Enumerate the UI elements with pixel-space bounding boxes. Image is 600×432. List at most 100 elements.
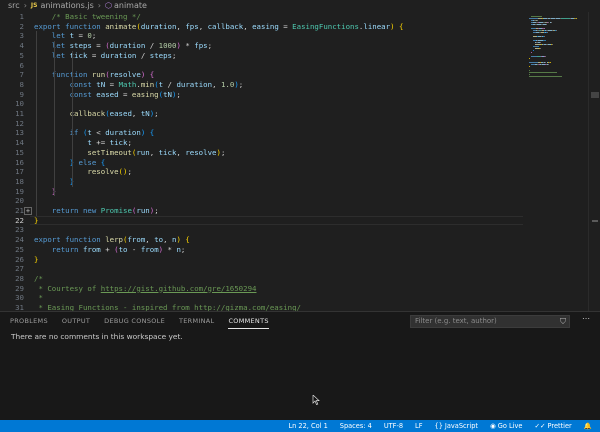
line-number[interactable]: 16	[0, 158, 24, 168]
file-encoding[interactable]: UTF-8	[384, 420, 403, 432]
line-number[interactable]: 4	[0, 41, 24, 51]
code-line[interactable]: resolve();	[87, 167, 132, 177]
line-number[interactable]: 29	[0, 284, 24, 294]
code-token: =	[91, 41, 106, 51]
line-number[interactable]: 2	[0, 22, 24, 32]
code-token: function	[65, 235, 106, 245]
code-token: ;	[180, 244, 186, 254]
add-comment-icon[interactable]: +	[24, 207, 32, 215]
minimap[interactable]	[527, 12, 587, 92]
tab-comments[interactable]: COMMENTS	[228, 312, 270, 330]
line-number[interactable]: 22	[0, 216, 24, 226]
line-number[interactable]: 14	[0, 138, 24, 148]
code-token: =	[74, 31, 88, 41]
line-number[interactable]: 3	[0, 31, 24, 41]
tab-output[interactable]: OUTPUT	[62, 312, 90, 330]
code-line[interactable]: if (t < duration) {	[70, 128, 155, 138]
line-number[interactable]: 20	[0, 196, 24, 206]
code-token: ,	[176, 21, 186, 31]
code-line[interactable]: /*	[34, 274, 43, 284]
line-number[interactable]: 8	[0, 80, 24, 90]
editor-scrollbar[interactable]	[588, 12, 600, 311]
line-number[interactable]: 30	[0, 293, 24, 303]
code-line[interactable]: } else {	[70, 158, 106, 168]
minimap-token	[551, 22, 553, 23]
code-line[interactable]: let t = 0;	[52, 31, 97, 41]
line-number[interactable]: 31	[0, 303, 24, 311]
cursor-position[interactable]: Ln 22, Col 1	[288, 420, 327, 432]
code-line[interactable]: export function lerp(from, to, n) {	[34, 235, 190, 245]
line-number[interactable]: 11	[0, 109, 24, 119]
breadcrumb-file[interactable]: animations.js	[40, 0, 93, 12]
code-token: callback	[69, 109, 106, 118]
line-number[interactable]: 12	[0, 119, 24, 129]
code-line[interactable]: const eased = easing(tN);	[70, 90, 181, 100]
line-number-gutter[interactable]: 1 2 3 4 5 6 7 8 9 10 11 12 13 14 15 16 17 18 19 20 21 22 23 24 2…	[0, 12, 30, 311]
code-line[interactable]: t += tick;	[87, 138, 132, 148]
code-line[interactable]: setTimeout(run, tick, resolve);	[87, 148, 225, 158]
line-number[interactable]: 13	[0, 128, 24, 138]
comments-filter-input[interactable]: Filter (e.g. text, author) ⛉	[410, 315, 570, 328]
filter-icon[interactable]: ⛉	[560, 316, 566, 327]
code-line[interactable]: let steps = (duration / 1000) * fps;	[52, 41, 212, 51]
line-number[interactable]: 23	[0, 225, 24, 235]
code-token: *	[34, 293, 43, 303]
code-line[interactable]: let tick = duration / steps;	[52, 51, 177, 61]
line-number[interactable]: 9	[0, 90, 24, 100]
line-number[interactable]: 28	[0, 274, 24, 284]
code-line[interactable]: function run(resolve) {	[52, 70, 154, 80]
code-token: ,	[131, 109, 141, 118]
go-live-button[interactable]: ◉ Go Live	[490, 420, 522, 432]
breadcrumb-symbol[interactable]: animate	[114, 0, 147, 12]
code-token: export	[34, 21, 66, 31]
line-number[interactable]: 26	[0, 255, 24, 265]
tab-terminal[interactable]: TERMINAL	[179, 312, 214, 330]
code-editor[interactable]: 1 2 3 4 5 6 7 8 9 10 11 12 13 14 15 16 17 18 19 20 21 22 23 24 2…	[0, 12, 600, 311]
minimap-token	[540, 42, 542, 43]
code-line[interactable]: }	[34, 216, 38, 226]
bottom-panel: PROBLEMS OUTPUT DEBUG CONSOLE TERMINAL COMME…	[0, 311, 600, 420]
code-token: eased	[96, 89, 119, 99]
line-number[interactable]: 1	[0, 12, 24, 22]
tab-debug-console[interactable]: DEBUG CONSOLE	[104, 312, 165, 330]
scrollbar-thumb[interactable]	[591, 92, 599, 98]
breadcrumb-folder[interactable]: src	[8, 0, 20, 12]
code-line[interactable]: export function animate(duration, fps, c…	[34, 22, 403, 32]
line-number[interactable]: 21	[0, 206, 24, 216]
code-line[interactable]: /* Basic tweening */	[52, 12, 141, 22]
code-token: ,	[145, 235, 155, 245]
line-number[interactable]: 17	[0, 167, 24, 177]
code-line[interactable]: return from + (to - from) * n;	[52, 245, 186, 255]
code-line[interactable]: callback(eased, tN);	[70, 109, 159, 119]
code-token: ,	[198, 21, 208, 31]
line-number[interactable]: 25	[0, 245, 24, 255]
code-line[interactable]: *	[34, 293, 43, 303]
code-line[interactable]: * Easing Functions - inspired from http:…	[34, 303, 301, 311]
line-number[interactable]: 6	[0, 61, 24, 71]
line-number[interactable]: 15	[0, 148, 24, 158]
notifications-icon[interactable]: 🔔	[584, 420, 592, 432]
code-line[interactable]: return new Promise(run);	[52, 206, 159, 216]
line-number[interactable]: 19	[0, 187, 24, 197]
language-mode[interactable]: {} JavaScript	[435, 420, 478, 432]
tab-problems[interactable]: PROBLEMS	[10, 312, 48, 330]
code-token: /* Basic tweening */	[51, 12, 141, 21]
line-number[interactable]: 27	[0, 264, 24, 274]
code-area[interactable]: /* Basic tweening */export function anim…	[34, 12, 522, 311]
minimap-token	[575, 18, 577, 19]
prettier-status[interactable]: ✓✓ Prettier	[534, 420, 571, 432]
end-of-line[interactable]: LF	[415, 420, 422, 432]
code-token: easing	[131, 89, 159, 99]
line-number[interactable]: 24	[0, 235, 24, 245]
more-actions-icon[interactable]: ⋯	[578, 314, 594, 328]
code-line[interactable]: const tN = Math.min(t / duration, 1.0);	[70, 80, 244, 90]
line-number[interactable]: 5	[0, 51, 24, 61]
empty-comments-message: There are no comments in this workspace …	[11, 332, 183, 341]
line-number[interactable]: 18	[0, 177, 24, 187]
code-token: +=	[91, 138, 110, 148]
code-line[interactable]: * Courtesy of https://gist.github.com/gr…	[34, 284, 256, 294]
indentation-setting[interactable]: Spaces: 4	[340, 420, 372, 432]
line-number[interactable]: 10	[0, 99, 24, 109]
line-number[interactable]: 7	[0, 70, 24, 80]
code-line[interactable]: }	[34, 255, 38, 265]
